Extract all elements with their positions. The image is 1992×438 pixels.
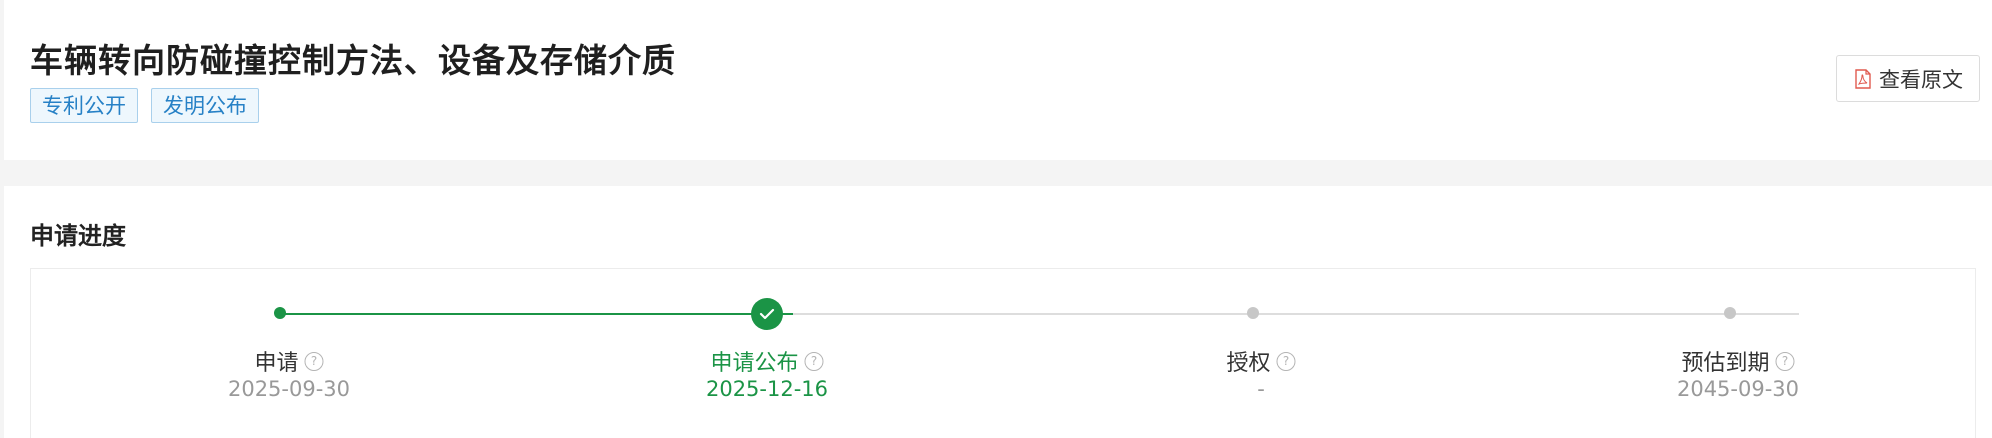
step-dot-pending [1724,307,1736,319]
section-title: 申请进度 [30,222,126,250]
question-icon[interactable]: ? [1276,351,1296,371]
question-icon[interactable]: ? [304,351,324,371]
patent-header-card: 车辆转向防碰撞控制方法、设备及存储介质 专利公开 发明公布 查看原文 [4,0,1992,160]
question-icon[interactable]: ? [1775,351,1795,371]
view-original-button[interactable]: 查看原文 [1836,55,1980,102]
step-label-grant: 授权 ? [1226,345,1296,377]
step-label-expiry: 预估到期 ? [1681,345,1795,377]
step-label-text: 申请 [254,351,299,376]
step-dot-current [751,298,783,330]
timeline-track-done [280,313,793,315]
timeline-track-pending [793,313,1799,315]
status-tags: 专利公开 发明公布 [30,88,259,123]
view-original-label: 查看原文 [1879,67,1963,92]
tag-patent-published: 专利公开 [30,88,138,123]
question-icon[interactable]: ? [804,351,824,371]
step-dot-done [274,307,286,319]
pdf-icon [1855,68,1871,89]
step-label-publication: 申请公布 ? [710,345,824,377]
application-progress-card: 申请进度 申请 ? 2025-09-30 申请公布 ? 2025-12-16 授… [4,186,1992,438]
step-label-apply: 申请 ? [254,345,324,377]
step-date-expiry: 2045-09-30 [1676,377,1800,401]
patent-title: 车辆转向防碰撞控制方法、设备及存储介质 [30,41,676,80]
step-label-text: 申请公布 [710,351,799,376]
step-date-apply: 2025-09-30 [227,377,351,401]
step-dot-pending [1247,307,1259,319]
step-label-text: 预估到期 [1681,351,1770,376]
progress-timeline: 申请 ? 2025-09-30 申请公布 ? 2025-12-16 授权 ? -… [30,268,1976,438]
step-date-publication: 2025-12-16 [705,377,829,401]
tag-invention-published: 发明公布 [151,88,259,123]
step-date-grant: - [1257,377,1265,401]
step-label-text: 授权 [1226,351,1271,376]
check-icon [759,308,775,320]
